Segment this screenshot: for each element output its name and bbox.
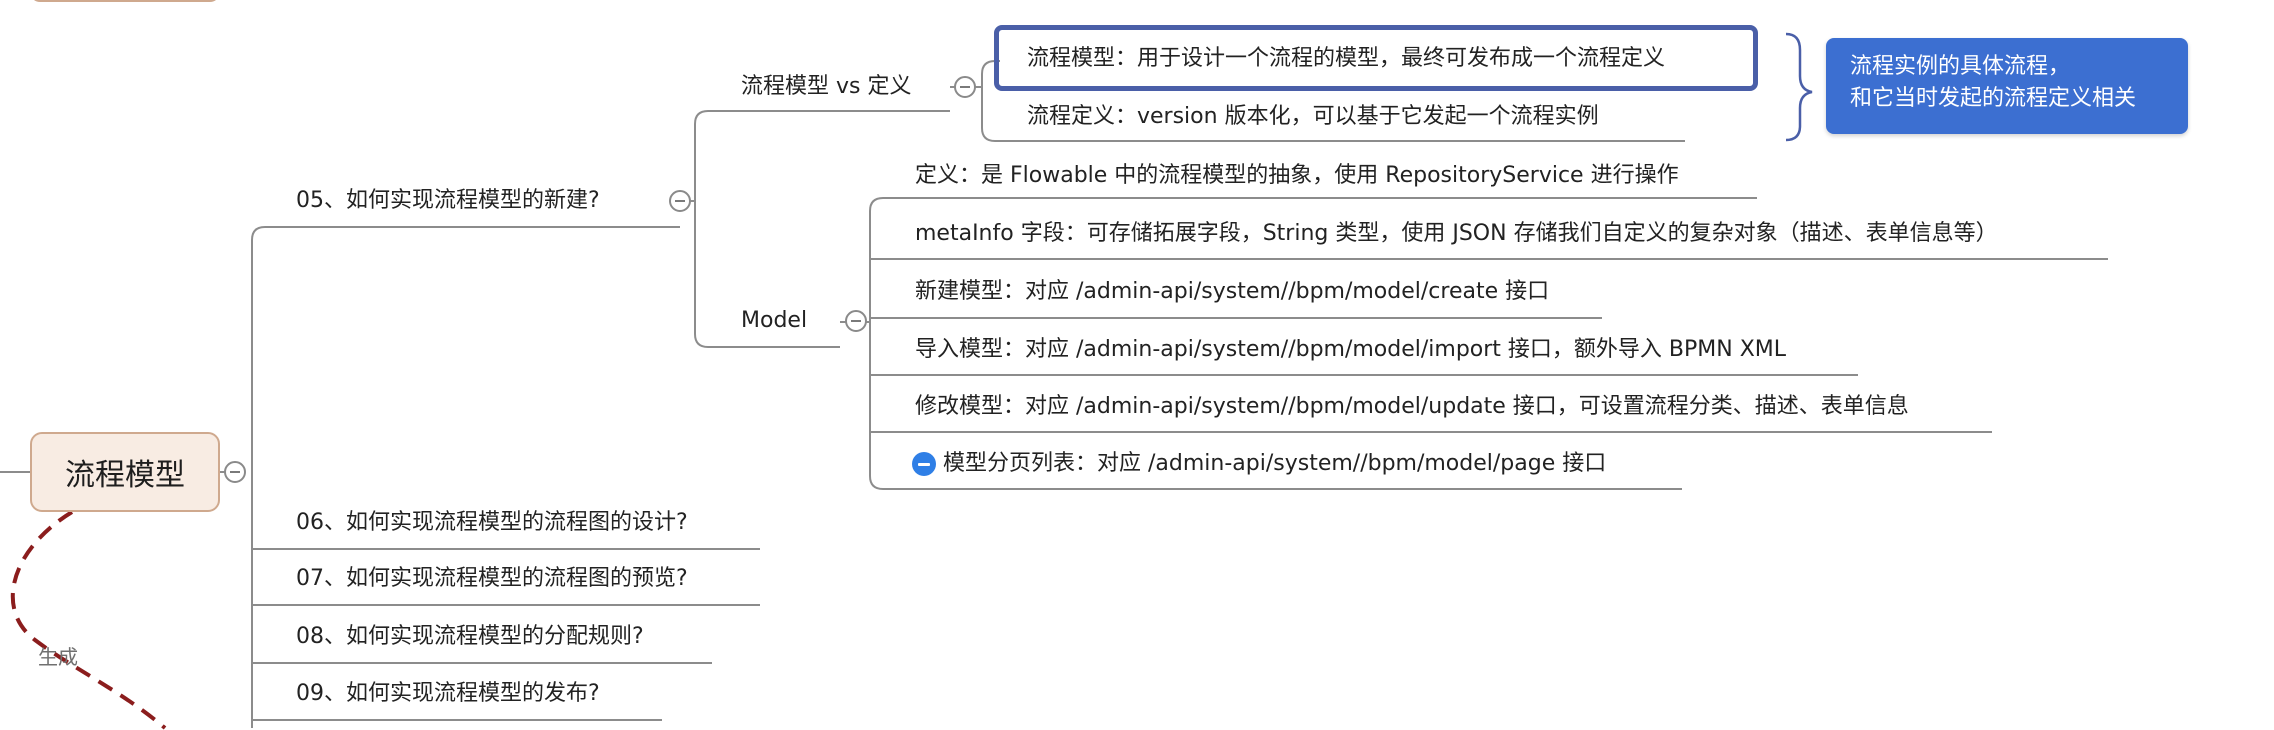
node-import-model[interactable]: 导入模型：对应 /admin-api/system//bpm/model/imp… bbox=[915, 336, 1786, 364]
callout-line-2: 和它当时发起的流程定义相关 bbox=[1850, 86, 2137, 111]
root-label: 流程模型 bbox=[65, 458, 185, 493]
node-metainfo-field[interactable]: metaInfo 字段：可存储拓展字段，String 类型，使用 JSON 存储… bbox=[915, 220, 1998, 248]
branch-08[interactable]: 08、如何实现流程模型的分配规则? bbox=[296, 623, 644, 651]
branch-05-collapse-icon[interactable] bbox=[669, 190, 691, 212]
callout-line-1: 流程实例的具体流程， bbox=[1850, 54, 2071, 79]
summary-brace bbox=[1785, 32, 1813, 142]
relationship-label: 生成 bbox=[38, 645, 78, 669]
branch-06[interactable]: 06、如何实现流程模型的流程图的设计? bbox=[296, 509, 688, 537]
minus-circle-icon[interactable] bbox=[912, 452, 936, 476]
node-process-definition-def[interactable]: 流程定义：version 版本化，可以基于它发起一个流程实例 bbox=[1027, 103, 1599, 131]
node-update-model[interactable]: 修改模型：对应 /admin-api/system//bpm/model/upd… bbox=[915, 393, 1909, 421]
branch-05[interactable]: 05、如何实现流程模型的新建? bbox=[296, 187, 600, 215]
vs-definition-collapse-icon[interactable] bbox=[954, 76, 976, 98]
branch-09[interactable]: 09、如何实现流程模型的发布? bbox=[296, 680, 600, 708]
node-model-definition[interactable]: 定义：是 Flowable 中的流程模型的抽象，使用 RepositorySer… bbox=[915, 162, 1679, 190]
node-model-page-list[interactable]: 模型分页列表：对应 /admin-api/system//bpm/model/p… bbox=[943, 450, 1606, 478]
root-node[interactable]: 流程模型 bbox=[30, 432, 220, 512]
node-create-model[interactable]: 新建模型：对应 /admin-api/system//bpm/model/cre… bbox=[915, 278, 1549, 306]
model-collapse-icon[interactable] bbox=[845, 310, 867, 332]
node-model-vs-definition[interactable]: 流程模型 vs 定义 bbox=[741, 73, 911, 101]
relationship-line bbox=[10, 510, 167, 730]
root-collapse-icon[interactable] bbox=[224, 461, 246, 483]
branch-07[interactable]: 07、如何实现流程模型的流程图的预览? bbox=[296, 565, 688, 593]
callout-note[interactable]: 流程实例的具体流程， 和它当时发起的流程定义相关 bbox=[1826, 38, 2188, 134]
partial-node-top bbox=[30, 0, 220, 2]
node-process-model-def[interactable]: 流程模型：用于设计一个流程的模型，最终可发布成一个流程定义 bbox=[1027, 45, 1665, 73]
node-model[interactable]: Model bbox=[741, 307, 807, 335]
